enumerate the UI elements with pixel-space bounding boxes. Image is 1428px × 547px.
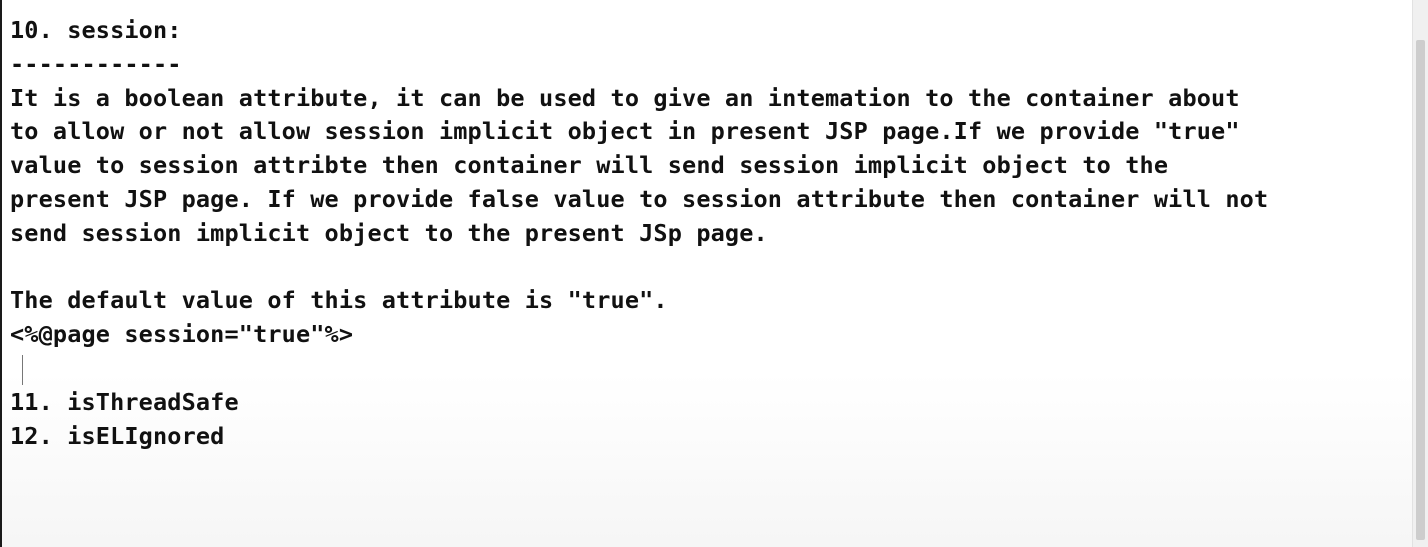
default-value-line: The default value of this attribute is "…: [10, 286, 668, 315]
code-directive-line: <%@page session="true"%>: [10, 320, 354, 349]
editor-window: 10. session: ------------ It is a boolea…: [0, 0, 1428, 547]
vertical-scrollbar[interactable]: [1412, 0, 1428, 547]
text-line: It is a boolean attribute, it can be use…: [10, 83, 1240, 112]
scrollbar-thumb[interactable]: [1416, 40, 1425, 540]
text-line: send session implicit object to the pres…: [10, 218, 768, 247]
text-cursor: [22, 355, 23, 385]
text-line: value to session attribte then container…: [10, 151, 1169, 180]
text-line: present JSP page. If we provide false va…: [10, 184, 1269, 213]
window-border: [0, 0, 2, 547]
heading-isthreadsafe: 11. isThreadSafe: [10, 387, 239, 416]
heading-underline: ------------: [10, 49, 182, 78]
text-line: to allow or not allow session implicit o…: [10, 117, 1240, 146]
heading-iselignored: 12. isELIgnored: [10, 421, 225, 450]
heading-session: 10. session:: [10, 16, 182, 44]
text-editor-area[interactable]: 10. session: ------------ It is a boolea…: [10, 14, 1402, 453]
